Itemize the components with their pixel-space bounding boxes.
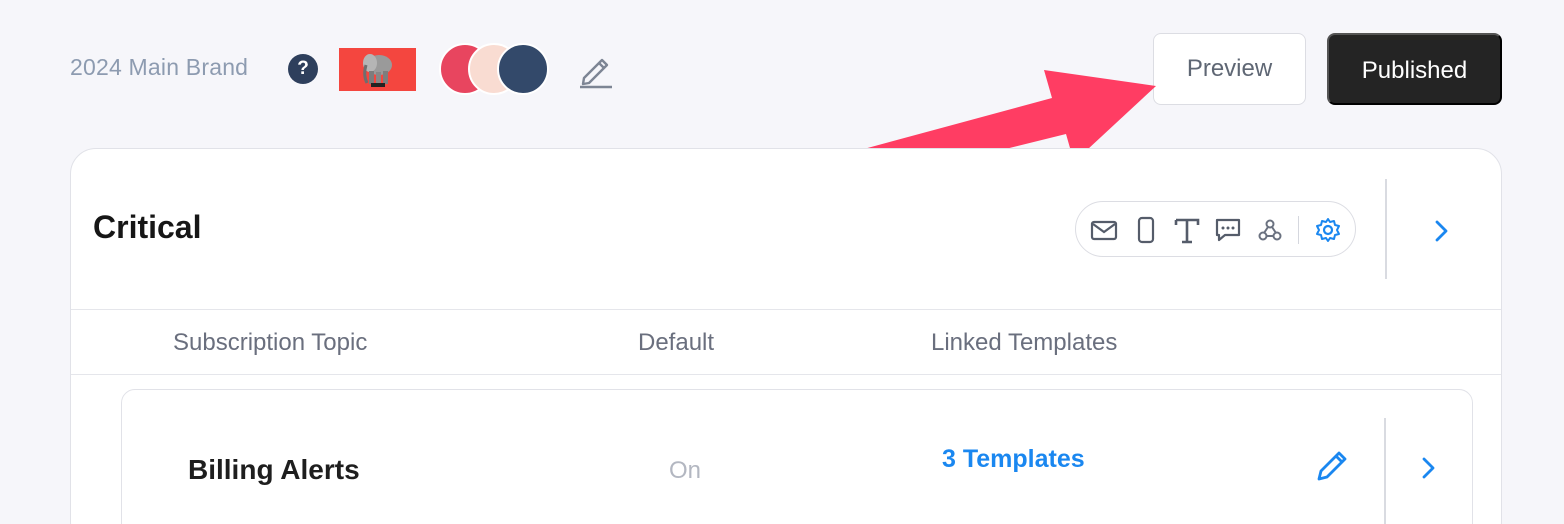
category-title: Critical — [93, 209, 202, 245]
email-icon[interactable] — [1090, 216, 1118, 244]
chevron-right-icon[interactable] — [1414, 454, 1442, 482]
brand-logo — [339, 48, 416, 91]
help-icon[interactable]: ? — [288, 54, 318, 84]
pill-divider — [1298, 216, 1299, 244]
row-topic: Billing Alerts — [188, 454, 360, 485]
channel-selector[interactable] — [1075, 201, 1356, 257]
brand-toolbar: 2024 Main Brand ? Preview Published — [0, 0, 1564, 140]
sms-icon[interactable] — [1173, 216, 1201, 244]
brand-color-swatch-3 — [497, 43, 549, 95]
elephant-logo-icon — [362, 53, 392, 87]
table-row[interactable]: Billing Alerts On 3 Templates — [121, 389, 1473, 524]
linked-templates-link[interactable]: 3 Templates — [942, 445, 1085, 474]
column-header-topic: Subscription Topic — [173, 329, 368, 356]
table-header: Subscription Topic Default Linked Templa… — [71, 309, 1501, 375]
chat-icon[interactable] — [1214, 216, 1242, 244]
header-divider — [1385, 179, 1387, 279]
category-card: Critical Subscription Topic Default Link… — [70, 148, 1502, 524]
edit-row-icon[interactable] — [1312, 446, 1352, 486]
column-header-default: Default — [638, 329, 715, 356]
edit-brand-button[interactable] — [576, 50, 616, 90]
column-header-templates: Linked Templates — [931, 329, 1118, 356]
pencil-icon — [580, 58, 612, 89]
row-default: On — [669, 457, 702, 484]
preview-button[interactable]: Preview — [1153, 33, 1306, 105]
published-button[interactable]: Published — [1327, 33, 1502, 105]
row-divider — [1384, 418, 1386, 524]
chevron-right-icon[interactable] — [1427, 217, 1455, 245]
push-icon[interactable] — [1132, 216, 1160, 244]
webhook-icon[interactable] — [1256, 216, 1284, 244]
brand-name: 2024 Main Brand — [70, 54, 249, 80]
settings-icon[interactable] — [1314, 216, 1342, 244]
